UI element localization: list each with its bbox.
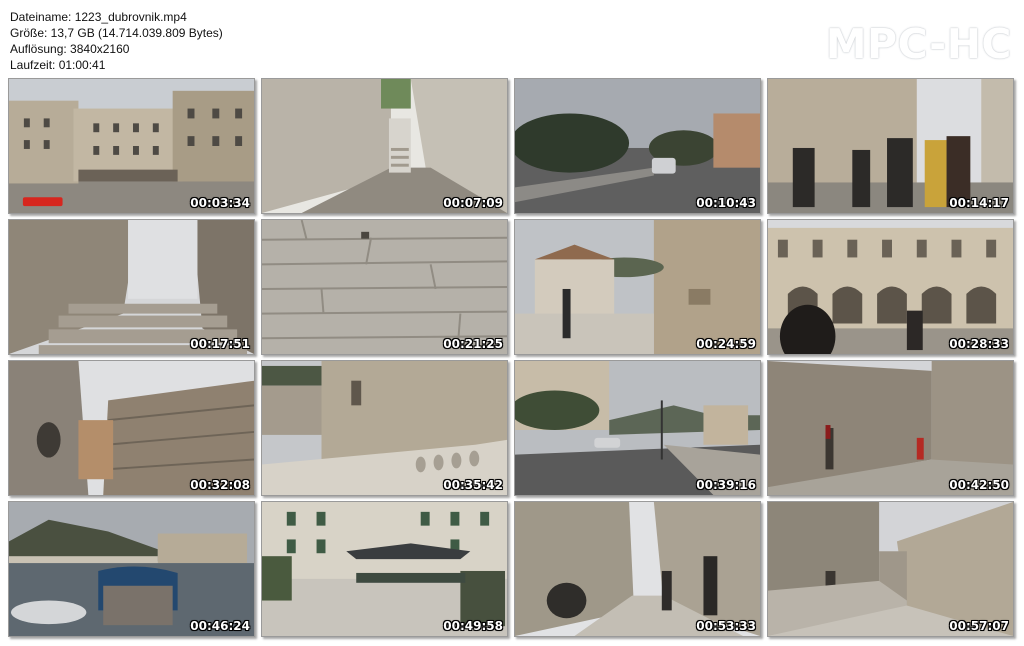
thumbnail[interactable]: 00:53:33 (514, 501, 761, 637)
thumbnail[interactable]: 00:07:09 (261, 78, 508, 214)
timestamp-label: 00:42:50 (949, 478, 1009, 492)
thumbnail[interactable]: 00:57:07 (767, 501, 1014, 637)
thumbnail-image (515, 79, 760, 213)
timestamp-label: 00:03:34 (190, 196, 250, 210)
thumbnail-image (768, 361, 1013, 495)
thumbnail[interactable]: 00:46:24 (8, 501, 255, 637)
thumbnail[interactable]: 00:39:16 (514, 360, 761, 496)
thumbnail[interactable]: 00:17:51 (8, 219, 255, 355)
timestamp-label: 00:28:33 (949, 337, 1009, 351)
filesize-text: Größe: 13,7 GB (14.714.039.809 Bytes) (10, 26, 223, 40)
timestamp-label: 00:46:24 (190, 619, 250, 633)
thumbnail-image (9, 361, 254, 495)
thumbnail-image (9, 220, 254, 354)
thumbnail-image (515, 502, 760, 636)
timestamp-label: 00:49:58 (443, 619, 503, 633)
thumbnail-image (515, 220, 760, 354)
timestamp-label: 00:10:43 (696, 196, 756, 210)
thumbnail[interactable]: 00:10:43 (514, 78, 761, 214)
thumbnail[interactable]: 00:35:42 (261, 360, 508, 496)
mpc-hc-logo: MPC-HC (825, 20, 1012, 68)
thumbnail-image (768, 79, 1013, 213)
thumbnail[interactable]: 00:14:17 (767, 78, 1014, 214)
timestamp-label: 00:14:17 (949, 196, 1009, 210)
duration-text: Laufzeit: 01:00:41 (10, 58, 106, 72)
timestamp-label: 00:39:16 (696, 478, 756, 492)
thumbnail[interactable]: 00:03:34 (8, 78, 255, 214)
timestamp-label: 00:07:09 (443, 196, 503, 210)
thumbnail[interactable]: 00:32:08 (8, 360, 255, 496)
thumbnail-image (515, 361, 760, 495)
thumbnail-image (262, 361, 507, 495)
thumbnail-image (262, 502, 507, 636)
resolution-text: Auflösung: 3840x2160 (10, 42, 130, 56)
timestamp-label: 00:53:33 (696, 619, 756, 633)
timestamp-label: 00:32:08 (190, 478, 250, 492)
file-info-panel: Dateiname: 1223_dubrovnik.mp4 Größe: 13,… (10, 9, 223, 73)
thumbnail-image (768, 220, 1013, 354)
thumbnail-grid: 00:03:34 00:07:09 00:10:43 00:14:17 00:1… (8, 78, 1014, 637)
thumbnail-image (262, 79, 507, 213)
timestamp-label: 00:57:07 (949, 619, 1009, 633)
timestamp-label: 00:21:25 (443, 337, 503, 351)
thumbnail-image (768, 502, 1013, 636)
filename-text: Dateiname: 1223_dubrovnik.mp4 (10, 10, 187, 24)
timestamp-label: 00:17:51 (190, 337, 250, 351)
thumbnail[interactable]: 00:21:25 (261, 219, 508, 355)
thumbnail-image (262, 220, 507, 354)
thumbnail[interactable]: 00:49:58 (261, 501, 508, 637)
timestamp-label: 00:24:59 (696, 337, 756, 351)
timestamp-label: 00:35:42 (443, 478, 503, 492)
thumbnail[interactable]: 00:28:33 (767, 219, 1014, 355)
thumbnail-image (9, 502, 254, 636)
thumbnail-image (9, 79, 254, 213)
thumbnail[interactable]: 00:42:50 (767, 360, 1014, 496)
thumbnail[interactable]: 00:24:59 (514, 219, 761, 355)
